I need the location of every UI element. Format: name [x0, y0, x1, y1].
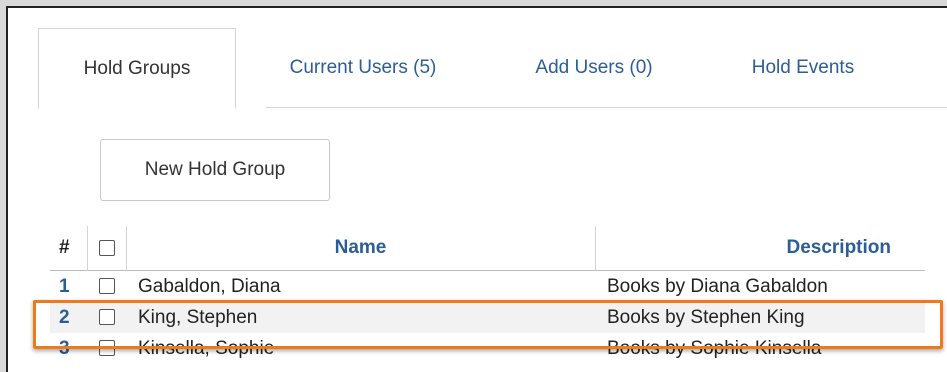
hold-groups-table: # Name Description 1 Gabaldon, Diana Boo…: [50, 226, 925, 364]
row-number-link[interactable]: 2: [50, 302, 87, 333]
row-checkbox[interactable]: [98, 340, 115, 357]
tab-hold-events[interactable]: Hold Events: [708, 28, 898, 108]
row-number-link[interactable]: 1: [50, 271, 87, 303]
tab-current-users[interactable]: Current Users (5): [248, 28, 478, 108]
tab-hold-groups[interactable]: Hold Groups: [38, 28, 236, 109]
description-column-header[interactable]: Description: [595, 226, 925, 271]
row-checkbox[interactable]: [98, 278, 115, 295]
row-checkbox-cell: [87, 333, 126, 364]
name-column-header[interactable]: Name: [125, 226, 596, 271]
row-name: Kinsella, Sophie: [138, 337, 275, 359]
table-row: 2 King, Stephen Books by Stephen King: [50, 302, 925, 333]
row-description: Books by Diana Gabaldon: [607, 275, 828, 297]
row-checkbox-cell: [87, 271, 126, 303]
select-all-checkbox[interactable]: [98, 239, 115, 256]
row-checkbox[interactable]: [98, 309, 115, 326]
row-number-link[interactable]: 3: [50, 333, 87, 364]
hold-groups-panel: Hold Groups Current Users (5) Add Users …: [6, 6, 947, 372]
select-all-cell: [87, 226, 126, 271]
table-row: 1 Gabaldon, Diana Books by Diana Gabaldo…: [50, 271, 925, 303]
screenshot-frame: Hold Groups Current Users (5) Add Users …: [0, 0, 947, 372]
row-description: Books by Stephen King: [607, 306, 805, 328]
row-checkbox-cell: [87, 302, 126, 333]
tab-add-users[interactable]: Add Users (0): [494, 28, 694, 108]
table-row: 3 Kinsella, Sophie Books by Sophie Kinse…: [50, 333, 925, 364]
new-hold-group-button[interactable]: New Hold Group: [100, 139, 330, 201]
tab-bar: Hold Groups Current Users (5) Add Users …: [38, 28, 947, 109]
row-description: Books by Sophie Kinsella: [607, 337, 822, 359]
table-header-row: # Name Description: [50, 226, 925, 271]
row-name: Gabaldon, Diana: [138, 275, 281, 297]
row-name: King, Stephen: [138, 306, 258, 328]
number-column-header: #: [50, 226, 88, 271]
